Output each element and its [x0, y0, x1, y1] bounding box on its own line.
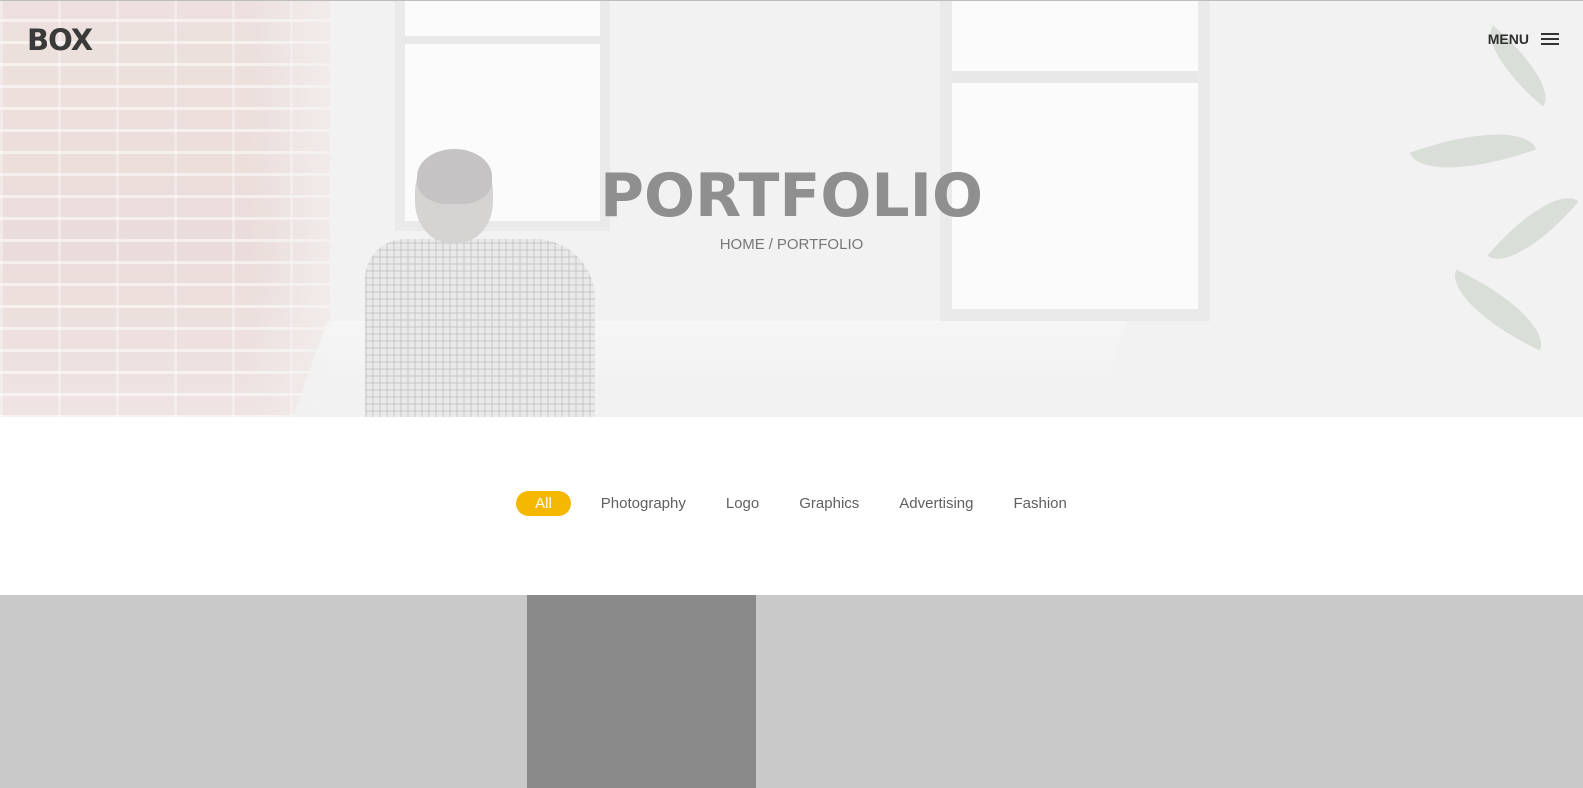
filter-all[interactable]: All [516, 491, 571, 516]
filter-photography[interactable]: Photography [601, 491, 686, 516]
breadcrumb-home[interactable]: HOME [720, 236, 765, 253]
hero-banner: BOX MENU PORTFOLIO HOME / PORTFOLIO [0, 0, 1583, 417]
site-logo[interactable]: BOX [27, 23, 93, 57]
filter-logo[interactable]: Logo [726, 491, 759, 516]
portfolio-filters: All Photography Logo Graphics Advertisin… [0, 491, 1583, 516]
page-title: PORTFOLIO [600, 161, 983, 231]
breadcrumb-current: PORTFOLIO [776, 236, 864, 253]
hamburger-icon [1541, 33, 1559, 45]
menu-button[interactable]: MENU [1488, 31, 1559, 47]
filter-fashion[interactable]: Fashion [1013, 491, 1066, 516]
portfolio-grid [0, 595, 1583, 788]
breadcrumb-separator: / [768, 236, 773, 253]
filter-advertising[interactable]: Advertising [899, 491, 973, 516]
portfolio-item[interactable] [527, 595, 756, 788]
menu-label: MENU [1487, 31, 1529, 47]
breadcrumb: HOME / PORTFOLIO [0, 236, 1583, 253]
filter-graphics[interactable]: Graphics [799, 491, 859, 516]
